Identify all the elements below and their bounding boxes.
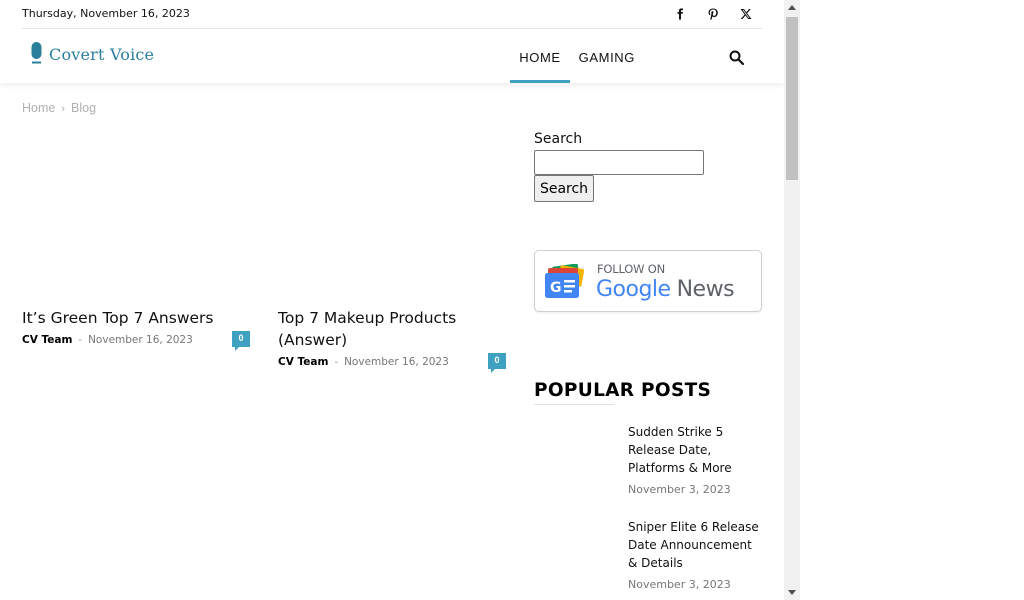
svg-text:G: G [550,280,562,296]
popular-post-item: Sudden Strike 5 Release Date, Platforms … [628,423,764,496]
comment-count[interactable]: 0 [488,353,506,373]
post-title[interactable]: It’s Green Top 7 Answers [22,307,250,329]
comment-count[interactable]: 0 [232,331,250,351]
page: Thursday, November 16, 2023 Covert Voice… [0,0,784,600]
header-search-button[interactable] [728,49,746,67]
social-links [663,0,762,28]
post-meta: CV Team - November 16, 2023 0 [22,331,250,351]
logo-text: Covert Voice [49,44,155,64]
google-word: Google [596,277,671,302]
post-card: Top 7 Makeup Products (Answer) CV Team -… [278,307,506,373]
post-date: November 16, 2023 [88,334,193,346]
x-twitter-icon [740,9,751,19]
google-news-follow-text: FOLLOW ON [597,262,666,276]
popular-post-date: November 3, 2023 [628,483,731,496]
pinterest-icon [708,8,718,20]
sidebar-search-label: Search [534,131,583,147]
post-author[interactable]: CV Team [278,356,328,368]
popular-post-title[interactable]: Sniper Elite 6 Release Date Announcement… [628,518,764,572]
popular-post-date: November 3, 2023 [628,578,731,591]
facebook-link[interactable] [663,0,696,28]
breadcrumb-home[interactable]: Home [22,101,55,115]
popular-post-title[interactable]: Sudden Strike 5 Release Date, Platforms … [628,423,764,477]
site-logo[interactable]: Covert Voice [31,42,154,66]
facebook-icon [677,8,683,20]
breadcrumb: Home › Blog [22,101,96,115]
current-date: Thursday, November 16, 2023 [22,7,190,20]
post-title[interactable]: Top 7 Makeup Products (Answer) [278,307,506,351]
meta-separator: - [78,334,83,346]
news-word: News [676,277,735,302]
google-news-badge[interactable]: G FOLLOW ON Google News [534,250,762,312]
x-twitter-link[interactable] [729,0,762,28]
post-author[interactable]: CV Team [22,334,72,346]
nav-gaming[interactable]: GAMING [570,29,644,83]
meta-separator: - [334,356,339,368]
scrollbar-thumb[interactable] [786,17,798,180]
heading-underline [534,404,614,405]
scroll-up-arrow[interactable] [784,0,800,16]
google-news-icon: G [545,264,585,298]
nav-home[interactable]: HOME [510,29,571,83]
post-card: It’s Green Top 7 Answers CV Team - Novem… [22,307,250,351]
post-meta: CV Team - November 16, 2023 0 [278,353,506,373]
scroll-down-arrow[interactable] [784,584,800,600]
pinterest-link[interactable] [696,0,729,28]
top-bar: Thursday, November 16, 2023 [22,0,762,29]
google-news-brand: Google News [596,277,735,302]
post-date: November 16, 2023 [344,356,449,368]
search-icon [729,50,745,66]
main-nav: HOME GAMING [510,29,644,83]
popular-post-item: Sniper Elite 6 Release Date Announcement… [628,518,764,591]
popular-posts-heading: POPULAR POSTS [534,380,712,401]
microphone-icon [31,42,42,64]
breadcrumb-current: Blog [71,101,97,115]
site-header: Covert Voice HOME GAMING [0,29,784,83]
sidebar-search-button[interactable]: Search [534,175,594,202]
page-scrollbar[interactable] [784,0,800,600]
breadcrumb-separator: › [61,103,66,115]
sidebar-search-input[interactable] [534,150,704,175]
